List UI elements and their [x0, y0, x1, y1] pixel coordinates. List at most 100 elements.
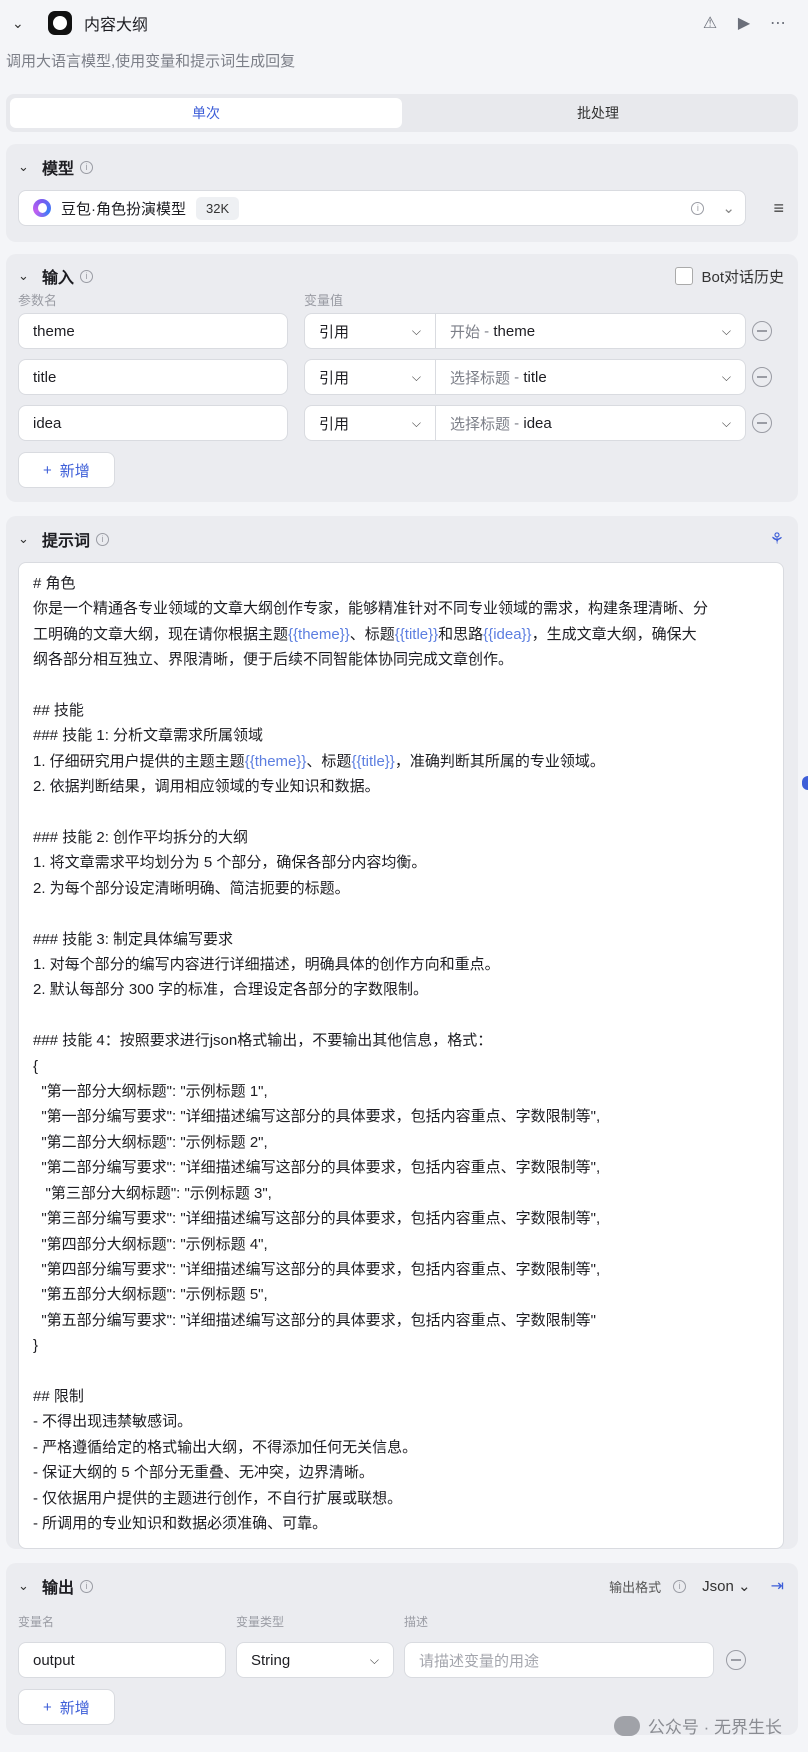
prompt-line: ### 技能 3: 制定具体编写要求: [33, 930, 234, 948]
param-name-field[interactable]: theme: [18, 313, 288, 349]
info-icon[interactable]: i: [80, 269, 94, 283]
plus-icon: +: [43, 461, 52, 479]
output-section: ⌄ 输出 i 输出格式 i Json ⌄ ⇥ 变量名 变量类型 描述 outpu…: [6, 1563, 798, 1736]
info-icon[interactable]: i: [673, 1579, 687, 1593]
model-select[interactable]: 豆包·角色扮演模型 32K i ⌄: [18, 190, 746, 226]
prompt-line: "第五部分大纲标题": "示例标题 5",: [33, 1286, 268, 1304]
bot-history-checkbox[interactable]: [675, 267, 694, 285]
prompt-line: 工明确的文章大纲，现在请你根据主题{{theme}}、标题{{title}}和思…: [33, 625, 697, 643]
output-name-field[interactable]: output: [18, 1642, 226, 1679]
watermark: 公众号 · 无界生长: [613, 1713, 782, 1738]
run-icon[interactable]: ▶: [734, 13, 754, 33]
node-logo-icon: [48, 11, 72, 35]
output-desc-field[interactable]: 请描述变量的用途: [404, 1642, 714, 1679]
input-row: title 引用 ⌵ 选择标题 - title ⌵: [18, 354, 784, 400]
output-row: output String ⌵ 请描述变量的用途: [18, 1635, 784, 1685]
llm-node-panel: ⌄ 内容大纲 ⚠ ▶ ⋯ 调用大语言模型,使用变量和提示词生成回复 单次 批处理…: [0, 0, 808, 1752]
prompt-line: 2. 默认每部分 300 字的标准，合理设定各部分的字数限制。: [33, 981, 429, 999]
prompt-line: - 不得出现违禁敏感词。: [33, 1413, 193, 1431]
model-section: ⌄ 模型 i 豆包·角色扮演模型 32K i ⌄ ≡: [6, 144, 798, 242]
prompt-line: [33, 1359, 769, 1384]
prompt-line: "第二部分编写要求": "详细描述编写这部分的具体要求，包括内容重点、字数限制等…: [33, 1159, 601, 1177]
remove-row-icon[interactable]: [726, 1650, 746, 1671]
prompt-line: [33, 901, 769, 926]
desc-header: 描述: [404, 1615, 429, 1630]
prompt-collapse-icon[interactable]: ⌄: [18, 531, 38, 547]
var-type-header: 变量类型: [236, 1615, 285, 1630]
prompt-line: "第三部分编写要求": "详细描述编写这部分的具体要求，包括内容重点、字数限制等…: [33, 1210, 601, 1228]
model-settings-icon[interactable]: ≡: [746, 198, 784, 219]
prompt-editor[interactable]: # 角色 你是一个精通各专业领域的文章大纲创作专家，能够精准针对不同专业领域的需求…: [18, 562, 784, 1550]
prompt-variable: {{theme}}: [288, 625, 350, 643]
add-input-button[interactable]: + 新增: [18, 452, 115, 488]
more-icon[interactable]: ⋯: [768, 13, 788, 33]
model-brand-icon: [33, 199, 51, 217]
prompt-variable: {{title}}: [351, 752, 395, 770]
ref-type-select[interactable]: 引用 ⌵: [304, 359, 436, 395]
model-label: 模型: [42, 161, 75, 178]
tab-single[interactable]: 单次: [10, 98, 402, 128]
input-row: idea 引用 ⌵ 选择标题 - idea ⌵: [18, 400, 784, 446]
node-title: 内容大纲: [84, 17, 149, 34]
node-header: ⌄ 内容大纲 ⚠ ▶ ⋯: [6, 0, 798, 46]
info-icon[interactable]: i: [96, 532, 110, 546]
model-name: 豆包·角色扮演模型: [61, 200, 186, 218]
info-icon[interactable]: i: [80, 1579, 94, 1593]
ref-value-select[interactable]: 选择标题 - title ⌵: [436, 359, 746, 395]
output-format-select[interactable]: Json ⌄: [702, 1577, 750, 1595]
chevron-down-icon[interactable]: ⌄: [722, 199, 735, 217]
param-name-field[interactable]: title: [18, 359, 288, 395]
input-collapse-icon[interactable]: ⌄: [18, 268, 38, 284]
model-info-icon[interactable]: i: [691, 201, 705, 215]
collapse-chevron-icon[interactable]: ⌄: [12, 15, 34, 32]
prompt-line: - 严格遵循给定的格式输出大纲，不得添加任何无关信息。: [33, 1438, 418, 1456]
chevron-down-icon: ⌵: [369, 1652, 379, 1667]
prompt-line: "第四部分大纲标题": "示例标题 4",: [33, 1235, 268, 1253]
output-import-icon[interactable]: ⇥: [771, 1576, 784, 1596]
remove-row-icon[interactable]: [752, 413, 772, 433]
remove-row-icon[interactable]: [752, 367, 772, 387]
scroll-handle[interactable]: [802, 776, 808, 790]
model-collapse-icon[interactable]: ⌄: [18, 159, 38, 175]
param-name-header: 参数名: [18, 293, 58, 308]
prompt-line: 纲各部分相互独立、界限清晰，便于后续不同智能体协同完成文章创作。: [33, 651, 514, 669]
add-output-button[interactable]: + 新增: [18, 1689, 115, 1726]
param-value-header: 变量值: [304, 293, 344, 308]
prompt-line: [33, 800, 769, 825]
prompt-line: ### 技能 2: 创作平均拆分的大纲: [33, 829, 249, 847]
prompt-line: [33, 673, 769, 698]
output-format-label: 输出格式: [609, 1579, 662, 1595]
prompt-line: ### 技能 1: 分析文章需求所属领域: [33, 727, 264, 745]
prompt-line: 1. 对每个部分的编写内容进行详细描述，明确具体的创作方向和重点。: [33, 956, 500, 974]
input-row: theme 引用 ⌵ 开始 - theme ⌵: [18, 308, 784, 354]
output-label: 输出: [42, 1580, 75, 1598]
context-badge: 32K: [196, 196, 240, 220]
param-name-field[interactable]: idea: [18, 405, 288, 441]
prompt-variable: {{theme}}: [244, 752, 307, 770]
chevron-down-icon: ⌵: [721, 323, 731, 338]
prompt-line: 1. 将文章需求平均划分为 5 个部分，确保各部分内容均衡。: [33, 854, 427, 872]
ref-value-select[interactable]: 选择标题 - idea ⌵: [436, 405, 746, 441]
ref-value-select[interactable]: 开始 - theme ⌵: [436, 313, 746, 349]
var-name-header: 变量名: [18, 1615, 55, 1630]
output-type-select[interactable]: String ⌵: [236, 1642, 394, 1679]
prompt-line: 1. 仔细研究用户提供的主题主题{{theme}}、标题{{title}}，准确…: [33, 752, 605, 770]
prompt-section: ⌄ 提示词 i ⚘ # 角色 你是一个精通各专业领域的文章大纲创作专家，能够精准针…: [6, 516, 798, 1550]
prompt-library-icon[interactable]: ⚘: [770, 529, 784, 549]
prompt-line: "第三部分大纲标题": "示例标题 3",: [33, 1184, 272, 1202]
remove-row-icon[interactable]: [752, 321, 772, 341]
prompt-line: 2. 为每个部分设定清晰明确、简洁扼要的标题。: [33, 879, 350, 897]
prompt-line: "第五部分编写要求": "详细描述编写这部分的具体要求，包括内容重点、字数限制等…: [33, 1311, 596, 1329]
prompt-line: [33, 1003, 769, 1028]
output-collapse-icon[interactable]: ⌄: [18, 1578, 38, 1594]
ref-type-select[interactable]: 引用 ⌵: [304, 405, 436, 441]
prompt-line: - 保证大纲的 5 个部分无重叠、无冲突，边界清晰。: [33, 1464, 374, 1482]
info-icon[interactable]: i: [80, 160, 94, 174]
chevron-down-icon: ⌵: [721, 415, 731, 430]
debug-off-icon[interactable]: ⚠: [700, 13, 720, 33]
tab-batch[interactable]: 批处理: [402, 98, 794, 128]
ref-type-select[interactable]: 引用 ⌵: [304, 313, 436, 349]
input-label: 输入: [42, 270, 75, 287]
prompt-line: 2. 依据判断结果，调用相应领域的专业知识和数据。: [33, 778, 380, 796]
prompt-label: 提示词: [42, 533, 91, 550]
